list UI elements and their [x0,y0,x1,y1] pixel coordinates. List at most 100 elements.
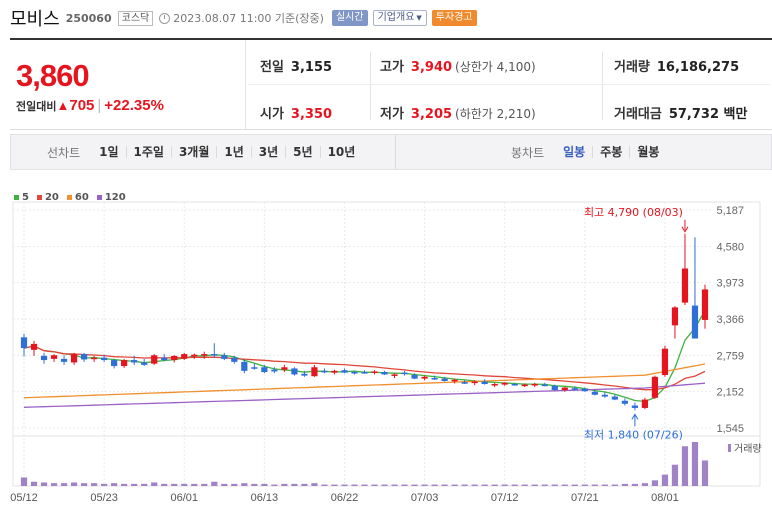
volume-bar [451,484,458,486]
volume-bar [691,442,699,486]
company-info-label: 기업개요 [377,12,415,23]
line-chart-label[interactable]: 선차트 [47,144,80,161]
volume-bar [601,484,608,486]
volume-bar [221,483,228,486]
volume-bar [191,483,198,486]
low-annotation: 최저 1,840 (07/26) [584,428,683,441]
period-weekly[interactable]: 주봉 [592,146,629,158]
candle-body [311,367,318,377]
volume-bar [411,484,418,486]
candle-body [321,370,328,373]
volume-label: 거래량 [734,443,762,455]
candle-body [70,354,78,363]
volume-bar [651,480,659,486]
x-tick-label: 06/22 [331,492,359,504]
period-3y[interactable]: 3년 [250,146,285,158]
volume-bar [141,483,148,486]
high-price: 고가 3,940 (상한가 4,100) [380,60,536,75]
volume-bar [321,484,328,486]
low-price: 저가 3,205 (하한가 2,210) [380,107,536,122]
candle-body [101,357,108,361]
candle-body [631,405,638,408]
x-tick-label: 06/13 [251,492,279,504]
period-monthly[interactable]: 월봉 [629,146,666,158]
candle-body [421,376,428,379]
volume-bar [481,484,488,486]
candle-body [641,399,649,408]
volume-bar [641,483,649,486]
volume-bar [121,483,128,486]
chevron-down-icon: ▼ [416,14,422,22]
candle-body [671,307,679,326]
volume-bar [181,483,188,486]
divider: | [97,97,102,114]
volume-bar [80,483,88,486]
volume-bar [501,484,508,486]
volume-bar [471,484,478,486]
volume-bar [441,484,448,486]
current-price: 3,860 [16,58,90,93]
volume-bar [541,484,548,486]
company-info-dropdown[interactable]: 기업개요 ▼ [372,10,427,26]
candle-body [701,289,709,320]
volume-bar [361,484,368,486]
x-tick-label: 06/01 [170,492,198,504]
volume-bar [681,446,689,486]
candle-body [91,357,98,360]
volume: 거래량 16,186,275 [614,60,740,75]
y-tick-label: 5,187 [716,205,744,217]
divider [395,135,396,169]
market-badge: 코스닥 [117,10,154,26]
candle-body [411,375,418,379]
volume-bar [591,484,598,486]
period-10y[interactable]: 10년 [319,146,363,158]
volume-bar [371,484,378,486]
period-1w[interactable]: 1주일 [125,146,171,158]
volume-bar [611,484,618,486]
candle-body [111,360,118,367]
investment-warning-badge: 투자경고 [431,10,477,26]
volume-bar [131,483,138,486]
volume-bar [421,484,428,486]
period-1d[interactable]: 1일 [92,146,125,158]
candle-body [471,381,478,384]
candle-body [461,382,468,384]
candle-body [441,378,448,382]
change-amount: 705 [69,97,95,114]
candle-body [371,371,378,373]
volume-bar [391,484,398,486]
candlestick-chart[interactable]: 5,187 4,580 3,973 3,366 2,759 2,152 1,545 05/12… [0,180,772,515]
candle-body [531,384,538,386]
volume-bar [341,484,348,486]
candle-body [181,354,188,359]
volume-bar [631,483,638,486]
volume-bar [401,484,408,486]
price-summary: 3,860 전일대비▲705 | +22.35% 전일 3,155 시가 3,350 고… [10,38,772,130]
x-tick-label: 07/21 [571,492,599,504]
period-daily[interactable]: 일봉 [556,146,592,158]
candle-body [271,369,278,372]
up-triangle-icon: ▲ [56,98,70,113]
candle-body [661,348,669,376]
volume-bar [551,484,558,486]
candle-body [121,360,128,367]
candle-body [171,355,178,361]
candle-body [681,268,689,303]
candle-body [211,354,218,356]
realtime-button[interactable]: 실시간 [331,10,368,26]
y-tick-label: 3,973 [716,278,744,290]
candle-body [581,388,588,392]
period-3m[interactable]: 3개월 [170,146,216,158]
current-price-panel: 3,860 전일대비▲705 | +22.35% [10,40,246,129]
period-1y[interactable]: 1년 [216,146,250,158]
y-tick-label: 4,580 [716,241,744,253]
candle-body [611,396,618,400]
candle-body [621,400,628,404]
candle-body [301,373,308,376]
volume-bar [701,460,709,486]
period-5y[interactable]: 5년 [285,146,319,158]
candle-chart-label[interactable]: 봉차트 [511,144,544,161]
candle-body [30,343,38,350]
volume-bar [161,483,168,486]
volume-bar [211,481,218,486]
